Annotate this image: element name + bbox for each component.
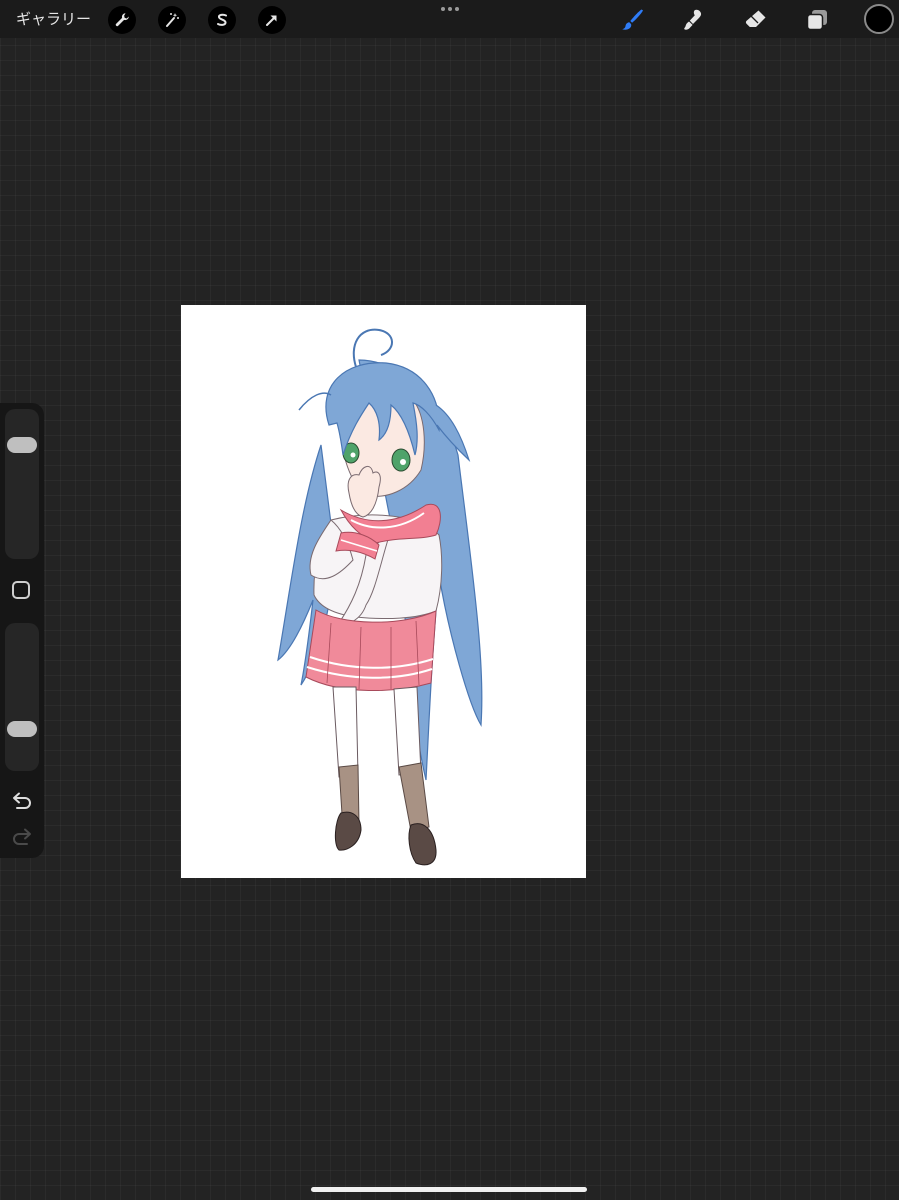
layers-button[interactable] xyxy=(802,5,832,35)
adjustments-button[interactable] xyxy=(158,6,186,34)
smudge-tool-button[interactable] xyxy=(679,5,709,35)
drawing-canvas[interactable] xyxy=(181,305,586,878)
color-swatch[interactable] xyxy=(864,4,894,34)
smudge-icon xyxy=(684,9,702,30)
wrench-icon xyxy=(115,13,129,27)
home-indicator xyxy=(311,1187,587,1192)
magic-wand-icon xyxy=(166,13,179,27)
sidebar xyxy=(0,403,44,858)
transform-arrow-icon xyxy=(266,15,277,26)
actions-button[interactable] xyxy=(108,6,136,34)
eraser-icon xyxy=(745,10,766,27)
opacity-slider[interactable] xyxy=(5,623,39,771)
redo-arrow-icon[interactable] xyxy=(10,827,34,849)
brush-icon xyxy=(622,9,643,30)
brush-tool-button[interactable] xyxy=(617,5,647,35)
transform-button[interactable] xyxy=(258,6,286,34)
undo-arrow-icon[interactable] xyxy=(10,791,34,813)
eraser-tool-button[interactable] xyxy=(741,5,771,35)
character-illustration xyxy=(277,328,483,866)
top-toolbar: ギャラリー xyxy=(0,0,899,38)
selection-button[interactable] xyxy=(208,6,236,34)
selection-icon xyxy=(217,13,227,26)
more-dots-icon[interactable] xyxy=(438,3,462,15)
opacity-thumb[interactable] xyxy=(7,721,37,737)
brush-size-thumb[interactable] xyxy=(7,437,37,453)
brush-size-slider[interactable] xyxy=(5,409,39,559)
square-modify-icon[interactable] xyxy=(12,581,30,599)
layers-icon xyxy=(806,10,827,31)
gallery-button[interactable]: ギャラリー xyxy=(16,9,91,29)
